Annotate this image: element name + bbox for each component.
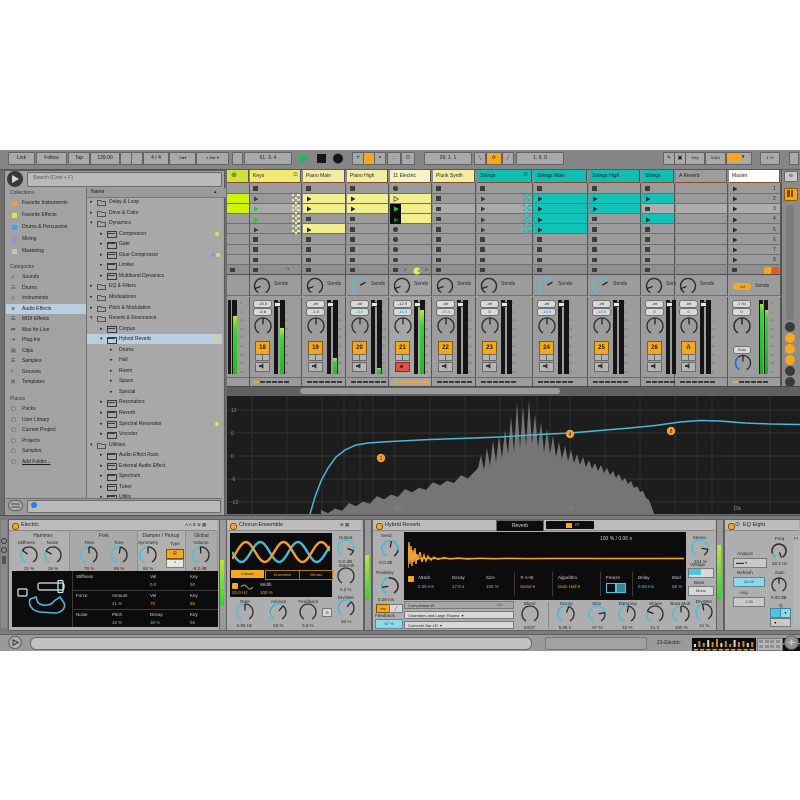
svg-text:8: 8 <box>670 429 673 435</box>
svg-text:-12: -12 <box>231 500 238 506</box>
svg-text:1k: 1k <box>568 506 574 512</box>
svg-text:10k: 10k <box>733 506 742 512</box>
svg-text:1: 1 <box>380 456 383 462</box>
svg-text:0: 0 <box>231 454 234 460</box>
svg-text:12: 12 <box>231 408 237 414</box>
svg-text:4: 4 <box>569 432 572 438</box>
svg-text:-6: -6 <box>231 477 236 483</box>
svg-text:6: 6 <box>231 431 234 437</box>
svg-text:100: 100 <box>393 506 402 512</box>
